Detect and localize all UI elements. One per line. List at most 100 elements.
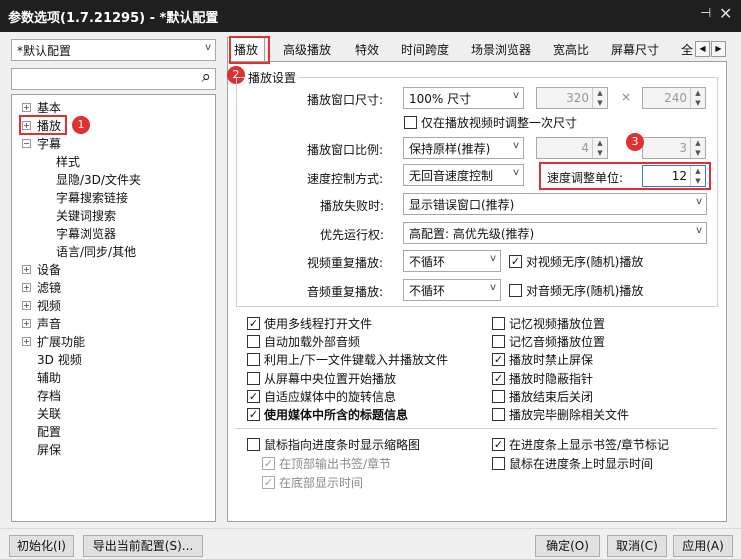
- tab-effects[interactable]: 特效: [355, 41, 379, 58]
- tree-item-association[interactable]: 关联: [37, 405, 61, 422]
- option-media-title[interactable]: ✓ 使用媒体中所含的标题信息: [247, 406, 408, 423]
- tree-item-assist[interactable]: 辅助: [37, 369, 61, 386]
- spin-up-icon[interactable]: ▲: [691, 138, 705, 148]
- tab-scroll-left-icon[interactable]: ◀: [695, 41, 710, 57]
- on-fail-select[interactable]: 显示错误窗口(推荐) v: [403, 193, 707, 215]
- checkbox-box[interactable]: [247, 372, 260, 385]
- spin-up-icon[interactable]: ▲: [691, 166, 705, 176]
- checkbox-box[interactable]: [247, 438, 260, 451]
- tab-scroll-right-icon[interactable]: ▶: [711, 41, 726, 57]
- option-hide-pointer[interactable]: ✓ 播放时隐蔽指针: [492, 370, 593, 387]
- checkbox-box[interactable]: [404, 116, 417, 129]
- tree-item-config[interactable]: 配置: [37, 423, 61, 440]
- window-ratio-select[interactable]: 保持原样(推荐) v: [403, 137, 524, 159]
- ratio-height-spinner[interactable]: 3 ▲ ▼: [642, 137, 706, 159]
- window-size-select[interactable]: 100% 尺寸 v: [403, 87, 524, 109]
- checkbox-box[interactable]: [247, 353, 260, 366]
- expand-icon[interactable]: +: [22, 301, 31, 310]
- tab-aspect-ratio[interactable]: 宽高比: [553, 41, 589, 58]
- pin-icon[interactable]: ⊣: [700, 6, 711, 21]
- spin-down-icon[interactable]: ▼: [593, 148, 607, 158]
- tree-item-style[interactable]: 样式: [56, 153, 80, 170]
- check-icon[interactable]: ✓: [492, 372, 505, 385]
- option-auto-load-audio[interactable]: 自动加载外部音频: [247, 333, 360, 350]
- tree-item-keyword-search[interactable]: 关键词搜索: [56, 207, 116, 224]
- spin-up-icon[interactable]: ▲: [593, 138, 607, 148]
- tree-item-filter[interactable]: 滤镜: [37, 279, 61, 296]
- spin-down-icon[interactable]: ▼: [691, 148, 705, 158]
- close-icon[interactable]: ✕: [719, 4, 732, 23]
- option-next-file-keys[interactable]: 利用上/下一文件键载入并播放文件: [247, 351, 448, 368]
- expand-icon[interactable]: +: [22, 283, 31, 292]
- collapse-icon[interactable]: −: [22, 139, 31, 148]
- check-icon[interactable]: ✓: [262, 457, 275, 470]
- priority-select[interactable]: 高配置: 高优先级(推荐) v: [403, 222, 707, 244]
- tree-item-screensaver[interactable]: 屏保: [37, 441, 61, 458]
- expand-icon[interactable]: +: [22, 103, 31, 112]
- speed-control-select[interactable]: 无回音速度控制 v: [403, 164, 524, 186]
- checkbox-box[interactable]: [492, 335, 505, 348]
- tree-item-subtitle[interactable]: 字幕: [37, 135, 61, 152]
- tab-scene-browser[interactable]: 场景浏览器: [471, 41, 531, 58]
- checkbox-box[interactable]: [492, 408, 505, 421]
- check-icon[interactable]: ✓: [247, 390, 260, 403]
- window-width-spinner[interactable]: 320 ▲ ▼: [536, 87, 608, 109]
- spin-up-icon[interactable]: ▲: [593, 88, 607, 98]
- tree-item-visibility[interactable]: 显隐/3D/文件夹: [56, 171, 141, 188]
- tree-item-language[interactable]: 语言/同步/其他: [56, 243, 136, 260]
- tab-time-span[interactable]: 时间跨度: [401, 41, 449, 58]
- option-disable-screensaver[interactable]: ✓ 播放时禁止屏保: [492, 351, 593, 368]
- option-top-bookmark[interactable]: ✓ 在顶部输出书签/章节: [262, 455, 391, 472]
- expand-icon[interactable]: +: [22, 337, 31, 346]
- checkbox-box[interactable]: [509, 284, 522, 297]
- cancel-button[interactable]: 取消(C): [607, 535, 667, 557]
- tree-search-input[interactable]: ⌕: [11, 67, 216, 90]
- speed-unit-spinner[interactable]: 12 ▲ ▼: [642, 165, 706, 187]
- option-show-bookmarks[interactable]: ✓ 在进度条上显示书签/章节标记: [492, 436, 669, 453]
- export-config-button[interactable]: 导出当前配置(S)...: [83, 535, 203, 557]
- audio-random-checkbox[interactable]: 对音频无序(随机)播放: [509, 282, 643, 299]
- video-random-checkbox[interactable]: ✓ 对视频无序(随机)播放: [509, 253, 643, 270]
- checkbox-box[interactable]: [492, 317, 505, 330]
- check-icon[interactable]: ✓: [247, 408, 260, 421]
- option-hover-time[interactable]: 鼠标在进度条上时显示时间: [492, 455, 653, 472]
- option-remember-audio[interactable]: 记忆音频播放位置: [492, 333, 605, 350]
- tree-item-extensions[interactable]: 扩展功能: [37, 333, 85, 350]
- check-icon[interactable]: ✓: [262, 476, 275, 489]
- adjust-once-checkbox[interactable]: 仅在播放视频时调整一次尺寸: [404, 114, 577, 131]
- option-rotation[interactable]: ✓ 自适应媒体中的旋转信息: [247, 388, 396, 405]
- option-delete-files[interactable]: 播放完毕删除相关文件: [492, 406, 629, 423]
- option-bottom-time[interactable]: ✓ 在底部显示时间: [262, 474, 363, 491]
- ok-button[interactable]: 确定(O): [535, 535, 600, 557]
- spin-up-icon[interactable]: ▲: [691, 88, 705, 98]
- spin-down-icon[interactable]: ▼: [691, 176, 705, 186]
- option-start-center[interactable]: 从屏幕中央位置开始播放: [247, 370, 396, 387]
- check-icon[interactable]: ✓: [492, 353, 505, 366]
- check-icon[interactable]: ✓: [492, 438, 505, 451]
- check-icon[interactable]: ✓: [247, 317, 260, 330]
- checkbox-box[interactable]: [492, 390, 505, 403]
- tree-item-subtitle-browser[interactable]: 字幕浏览器: [56, 225, 116, 242]
- window-height-spinner[interactable]: 240 ▲ ▼: [642, 87, 706, 109]
- tab-screen-size[interactable]: 屏幕尺寸: [611, 41, 659, 58]
- tree-item-device[interactable]: 设备: [37, 261, 61, 278]
- check-icon[interactable]: ✓: [509, 255, 522, 268]
- checkbox-box[interactable]: [247, 335, 260, 348]
- tree-item-audio[interactable]: 声音: [37, 315, 61, 332]
- tree-item-basic[interactable]: 基本: [37, 99, 61, 116]
- expand-icon[interactable]: +: [22, 265, 31, 274]
- video-repeat-select[interactable]: 不循环 v: [403, 250, 501, 272]
- tree-item-subtitle-search[interactable]: 字幕搜索链接: [56, 189, 128, 206]
- tab-more[interactable]: 全: [681, 41, 693, 58]
- init-button[interactable]: 初始化(I): [9, 535, 74, 557]
- spin-down-icon[interactable]: ▼: [691, 98, 705, 108]
- tree-item-video[interactable]: 视频: [37, 297, 61, 314]
- option-close-after[interactable]: 播放结束后关闭: [492, 388, 593, 405]
- tab-advanced-playback[interactable]: 高级播放: [283, 41, 331, 58]
- settings-tree[interactable]: + 基本 + 播放 − 字幕 样式 显隐/3D/文件夹 字幕搜索链接 关键词搜索…: [11, 94, 216, 522]
- option-show-thumbnail[interactable]: 鼠标指向进度条时显示缩略图: [247, 436, 420, 453]
- profile-select[interactable]: *默认配置 v: [11, 39, 216, 61]
- audio-repeat-select[interactable]: 不循环 v: [403, 279, 501, 301]
- tree-item-3d-video[interactable]: 3D 视频: [37, 351, 82, 368]
- checkbox-box[interactable]: [492, 457, 505, 470]
